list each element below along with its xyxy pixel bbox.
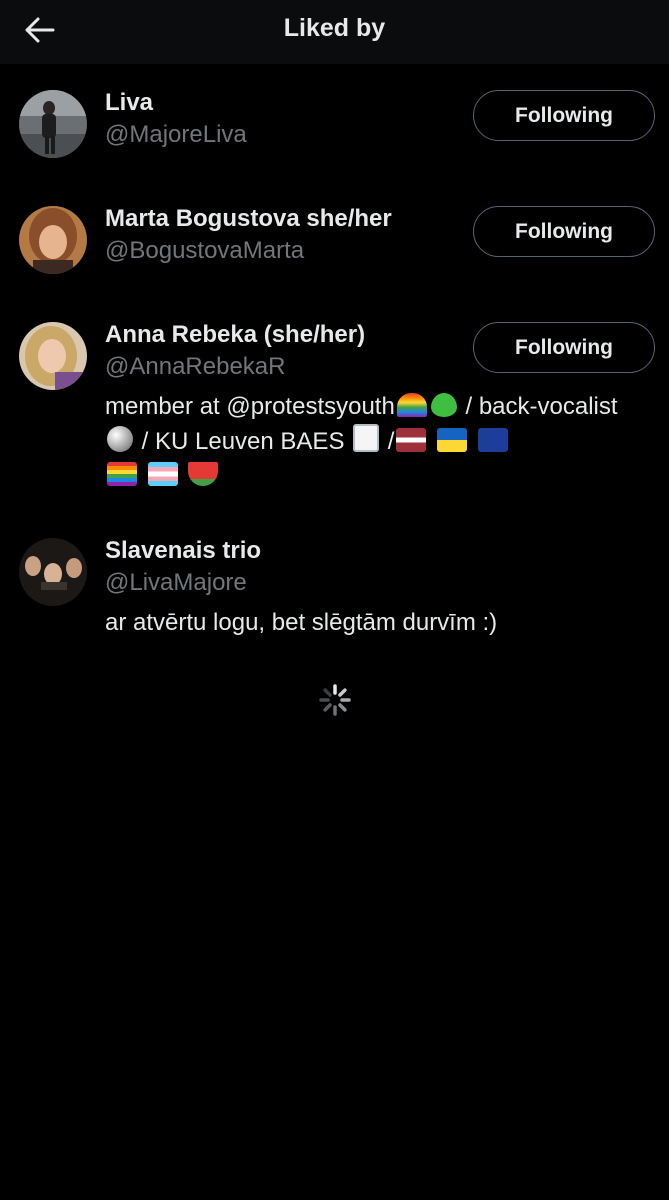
- user-cell-marta[interactable]: Marta Bogustova she/her @BogustovaMarta …: [0, 196, 669, 306]
- user-cell-slavenais-trio[interactable]: Slavenais trio @LivaMajore ar atvērtu lo…: [0, 528, 669, 648]
- username[interactable]: @BogustovaMarta: [105, 237, 304, 265]
- pride-flag-icon: [107, 462, 137, 486]
- avatar[interactable]: [19, 322, 87, 390]
- bio-text: member at @protestsyouth: [105, 393, 395, 420]
- following-button[interactable]: Following: [473, 90, 655, 141]
- ukraine-flag-icon: [437, 428, 468, 452]
- trans-flag-icon: [147, 462, 178, 486]
- avatar[interactable]: [19, 206, 87, 274]
- avatar[interactable]: [19, 90, 87, 158]
- display-name[interactable]: Slavenais trio: [105, 537, 261, 565]
- green-heart-emoji-icon: [430, 393, 457, 417]
- user-bio: member at @protestsyouth / back-vocalist…: [105, 390, 635, 493]
- user-bio: ar atvērtu logu, bet slēgtām durvīm :): [105, 609, 498, 636]
- display-name[interactable]: Liva: [105, 89, 153, 117]
- display-name[interactable]: Marta Bogustova she/her: [105, 205, 392, 233]
- avatar[interactable]: [19, 538, 87, 606]
- top-bar: Liked by: [0, 0, 669, 64]
- user-cell-liva[interactable]: Liva @MajoreLiva Following: [0, 80, 669, 190]
- bio-text: /: [381, 428, 395, 455]
- eu-flag-icon: [477, 428, 508, 452]
- rainbow-emoji-icon: [396, 393, 427, 417]
- memo-emoji-icon: [353, 424, 380, 452]
- bio-text: / KU Leuven BAES: [135, 428, 352, 455]
- username[interactable]: @MajoreLiva: [105, 121, 247, 149]
- mirror-ball-emoji-icon: [107, 426, 133, 452]
- page-title: Liked by: [283, 14, 386, 42]
- latvia-flag-icon: [396, 428, 427, 452]
- display-name[interactable]: Anna Rebeka (she/her): [105, 321, 365, 349]
- bio-text: / back-vocalist: [458, 393, 618, 420]
- following-button[interactable]: Following: [473, 206, 655, 257]
- following-button[interactable]: Following: [473, 322, 655, 373]
- username[interactable]: @LivaMajore: [105, 569, 247, 597]
- username[interactable]: @AnnaRebekaR: [105, 353, 285, 381]
- user-cell-anna[interactable]: Anna Rebeka (she/her) @AnnaRebekaR Follo…: [0, 312, 669, 512]
- watermelon-emoji-icon: [188, 462, 219, 486]
- spinner-icon: [318, 683, 352, 717]
